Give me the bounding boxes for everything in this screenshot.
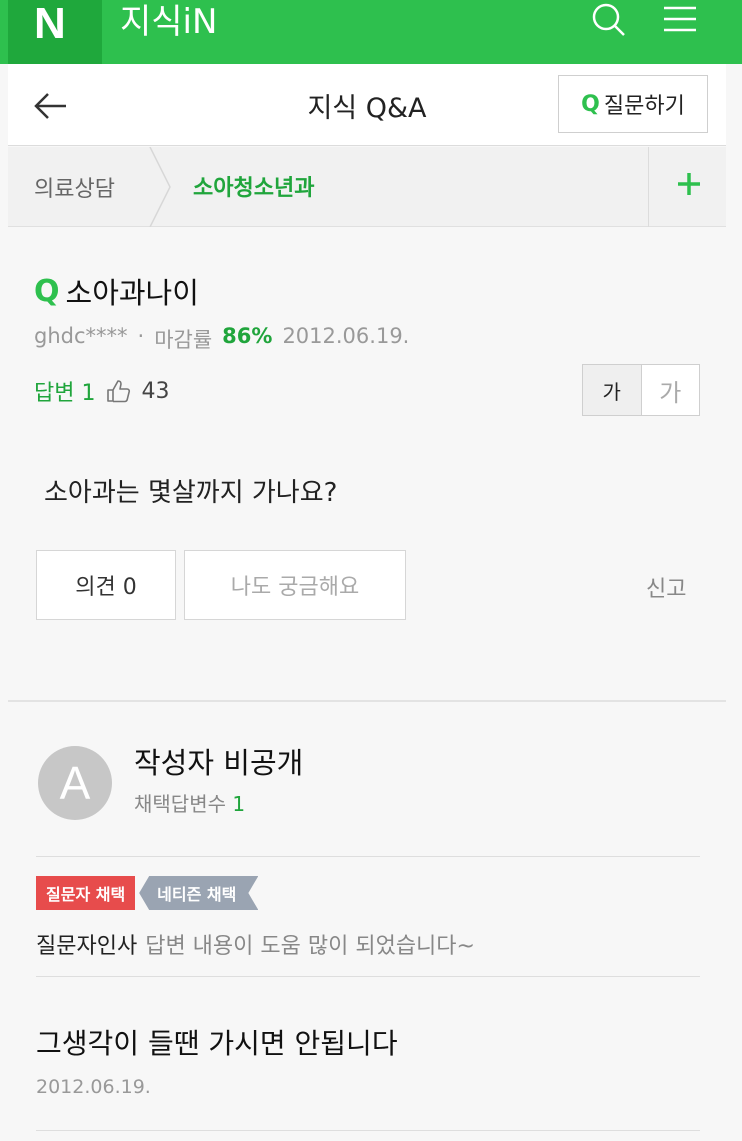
search-icon[interactable] xyxy=(586,0,630,40)
question-section: Q 소아과나이 ghdc**** · 마감률 86% 2012.06.19. 답… xyxy=(8,228,726,700)
ask-question-label: 질문하기 xyxy=(603,94,685,119)
divider xyxy=(36,1130,700,1131)
answer-author: 작성자 비공개 xyxy=(134,746,304,780)
add-category-button[interactable] xyxy=(648,147,726,227)
answer-date: 2012.06.19. xyxy=(36,1076,151,1098)
breadcrumb-separator-icon xyxy=(149,147,171,227)
asker-selected-badge: 질문자 채택 xyxy=(36,876,136,910)
like-count: 43 xyxy=(141,378,170,404)
service-name[interactable]: 지식iN xyxy=(120,2,217,42)
selection-badges: 질문자 채택 네티즌 채택 xyxy=(36,876,258,910)
question-date: 2012.06.19. xyxy=(282,324,410,348)
divider xyxy=(36,856,700,857)
naver-logo-letter: N xyxy=(34,0,66,48)
asker-thanks: 질문자인사 답변 내용이 도움 많이 되었습니다~ xyxy=(36,928,475,960)
breadcrumb-current-category[interactable]: 소아청소년과 xyxy=(193,170,314,202)
font-size-toggle: 가 가 xyxy=(582,364,700,416)
q-icon: Q xyxy=(581,91,600,117)
menu-icon[interactable] xyxy=(660,0,700,40)
opinion-button[interactable]: 의견 0 xyxy=(36,550,176,620)
meta-separator: · xyxy=(137,324,145,348)
answer-body: 그생각이 들땐 가시면 안됩니다 xyxy=(36,1027,398,1060)
font-size-large-button[interactable]: 가 xyxy=(642,365,700,415)
avatar: A xyxy=(38,746,112,820)
page-header: 지식 Q&A Q 질문하기 xyxy=(8,64,726,146)
answer-count[interactable]: 답변 1 xyxy=(34,375,95,407)
question-meta: ghdc**** · 마감률 86% 2012.06.19. xyxy=(34,324,409,354)
question-title-text: 소아과나이 xyxy=(65,276,199,310)
question-body: 소아과는 몇살까지 가나요? xyxy=(44,478,338,508)
answer-section: A 작성자 비공개 채택답변수 1 질문자 채택 네티즌 채택 질문자인사 답변… xyxy=(8,702,726,1141)
close-rate-value: 86% xyxy=(222,324,273,348)
question-q-icon: Q xyxy=(34,273,60,309)
thanks-message: 답변 내용이 도움 많이 되었습니다~ xyxy=(145,934,475,959)
thumbs-up-icon[interactable] xyxy=(105,378,131,404)
ask-question-button[interactable]: Q 질문하기 xyxy=(558,75,708,133)
thanks-label: 질문자인사 xyxy=(36,934,138,959)
breadcrumb-parent-category[interactable]: 의료상담 xyxy=(34,171,115,203)
naver-logo[interactable]: N xyxy=(8,0,102,64)
category-breadcrumb: 의료상담 소아청소년과 xyxy=(8,147,726,227)
question-author[interactable]: ghdc**** xyxy=(34,324,128,354)
picked-answer-label: 채택답변수 xyxy=(134,792,226,816)
report-link[interactable]: 신고 xyxy=(646,571,686,603)
picked-answer-count: 채택답변수 1 xyxy=(134,788,245,817)
divider xyxy=(36,976,700,977)
font-size-small-button[interactable]: 가 xyxy=(583,365,642,415)
top-navigation-bar: N 지식iN xyxy=(0,0,742,64)
close-rate-label: 마감률 xyxy=(154,328,213,352)
plus-icon xyxy=(678,173,700,195)
netizen-selected-badge: 네티즌 채택 xyxy=(139,876,258,910)
question-stats: 답변 1 43 xyxy=(34,375,169,407)
me-too-curious-button[interactable]: 나도 궁금해요 xyxy=(184,550,406,620)
question-title: Q 소아과나이 xyxy=(34,270,199,312)
picked-answer-number: 1 xyxy=(232,792,246,816)
